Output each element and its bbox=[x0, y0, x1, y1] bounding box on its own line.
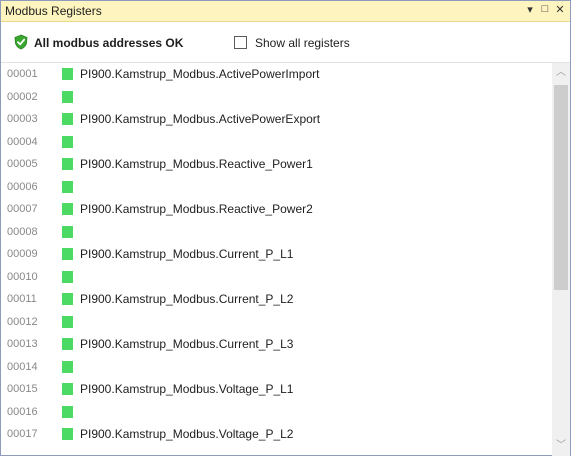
register-status-marker bbox=[62, 158, 73, 170]
register-status-marker bbox=[62, 405, 73, 418]
register-address: 00006 bbox=[7, 180, 38, 193]
register-status-marker bbox=[62, 270, 73, 283]
register-name: PI900.Kamstrup_Modbus.Reactive_Power1 bbox=[80, 157, 313, 171]
register-name: PI900.Kamstrup_Modbus.ActivePowerImport bbox=[80, 67, 320, 81]
register-address: 00016 bbox=[7, 405, 38, 418]
register-row[interactable]: 00002 bbox=[1, 86, 552, 109]
toolbar: All modbus addresses OK Show all registe… bbox=[1, 22, 570, 63]
panel-title: Modbus Registers bbox=[5, 4, 102, 18]
register-status-marker bbox=[62, 180, 73, 193]
scroll-down-icon[interactable]: ﹀ bbox=[552, 436, 570, 456]
register-row[interactable]: 00001 PI900.Kamstrup_Modbus.ActivePowerIm… bbox=[1, 63, 552, 86]
maximize-icon[interactable]: □ bbox=[539, 3, 551, 16]
show-all-registers-label[interactable]: Show all registers bbox=[255, 36, 350, 50]
register-name: PI900.Kamstrup_Modbus.Current_P_L1 bbox=[80, 247, 294, 261]
register-row[interactable]: 00010 bbox=[1, 266, 552, 289]
register-row[interactable]: 00004 bbox=[1, 131, 552, 154]
register-address: 00011 bbox=[7, 293, 37, 305]
register-name: PI900.Kamstrup_Modbus.ActivePowerExport bbox=[80, 112, 321, 126]
register-status-marker bbox=[62, 338, 73, 350]
register-address: 00009 bbox=[7, 248, 38, 260]
register-status-marker bbox=[62, 383, 73, 395]
register-row[interactable]: 00005 PI900.Kamstrup_Modbus.Reactive_Powe… bbox=[1, 153, 552, 176]
register-name: PI900.Kamstrup_Modbus.Reactive_Power2 bbox=[80, 202, 313, 216]
close-icon[interactable]: ✕ bbox=[554, 3, 566, 16]
register-address: 00013 bbox=[7, 338, 38, 350]
dropdown-icon[interactable]: ▾ bbox=[524, 3, 536, 16]
register-row[interactable]: 00016 bbox=[1, 401, 552, 424]
register-row[interactable]: 00013 PI900.Kamstrup_Modbus.Current_P_L3 bbox=[1, 333, 552, 356]
register-address: 00004 bbox=[7, 135, 38, 148]
register-name: PI900.Kamstrup_Modbus.Current_P_L2 bbox=[80, 292, 294, 306]
register-row[interactable]: 00008 bbox=[1, 221, 552, 244]
register-row[interactable]: 00009 PI900.Kamstrup_Modbus.Current_P_L1 bbox=[1, 243, 552, 266]
register-name: PI900.Kamstrup_Modbus.Voltage_P_L1 bbox=[80, 382, 294, 396]
scroll-up-icon[interactable]: ︿ bbox=[552, 63, 570, 83]
panel-titlebar[interactable]: Modbus Registers ▾ □ ✕ bbox=[1, 1, 570, 22]
register-row[interactable]: 00017 PI900.Kamstrup_Modbus.Voltage_P_L2 bbox=[1, 423, 552, 446]
register-list: 00001 PI900.Kamstrup_Modbus.ActivePowerIm… bbox=[1, 63, 552, 456]
register-name: PI900.Kamstrup_Modbus.Current_P_L3 bbox=[80, 337, 294, 351]
register-address: 00012 bbox=[7, 315, 38, 328]
register-row[interactable]: 00015 PI900.Kamstrup_Modbus.Voltage_P_L1 bbox=[1, 378, 552, 401]
register-row[interactable]: 00011 PI900.Kamstrup_Modbus.Current_P_L2 bbox=[1, 288, 552, 311]
register-row[interactable]: 00003 PI900.Kamstrup_Modbus.ActivePowerEx… bbox=[1, 108, 552, 131]
scrollbar-thumb[interactable] bbox=[554, 85, 568, 290]
register-name: PI900.Kamstrup_Modbus.Voltage_P_L2 bbox=[80, 427, 294, 441]
register-address: 00010 bbox=[7, 270, 38, 283]
register-address: 00007 bbox=[7, 203, 38, 215]
register-address: 00005 bbox=[7, 158, 38, 170]
register-status-marker bbox=[62, 248, 73, 260]
check-shield-icon bbox=[14, 34, 28, 50]
register-row[interactable]: 00012 bbox=[1, 311, 552, 334]
modbus-registers-panel: Modbus Registers ▾ □ ✕ All modbus addres… bbox=[0, 0, 571, 456]
register-address: 00014 bbox=[7, 360, 38, 373]
register-status-marker bbox=[62, 68, 73, 80]
status-text: All modbus addresses OK bbox=[34, 36, 184, 50]
window-controls: ▾ □ ✕ bbox=[524, 3, 566, 16]
register-status-marker bbox=[62, 113, 73, 125]
register-address: 00002 bbox=[7, 90, 38, 103]
register-address: 00017 bbox=[7, 428, 38, 440]
register-status-marker bbox=[62, 293, 73, 305]
register-status-marker bbox=[62, 315, 73, 328]
register-address: 00001 bbox=[7, 68, 38, 80]
register-status-marker bbox=[62, 203, 73, 215]
show-all-registers-checkbox[interactable] bbox=[234, 36, 247, 49]
register-address: 00015 bbox=[7, 383, 38, 395]
register-status-marker bbox=[62, 428, 73, 440]
register-status-marker bbox=[62, 225, 73, 238]
register-row[interactable]: 00014 bbox=[1, 356, 552, 379]
register-row[interactable]: 00007 PI900.Kamstrup_Modbus.Reactive_Powe… bbox=[1, 198, 552, 221]
register-status-marker bbox=[62, 360, 73, 373]
register-address: 00003 bbox=[7, 113, 38, 125]
register-status-marker bbox=[62, 135, 73, 148]
register-status-marker bbox=[62, 90, 73, 103]
register-address: 00008 bbox=[7, 225, 38, 238]
vertical-scrollbar[interactable]: ︿ ﹀ bbox=[552, 63, 570, 456]
register-row[interactable]: 00006 bbox=[1, 176, 552, 199]
